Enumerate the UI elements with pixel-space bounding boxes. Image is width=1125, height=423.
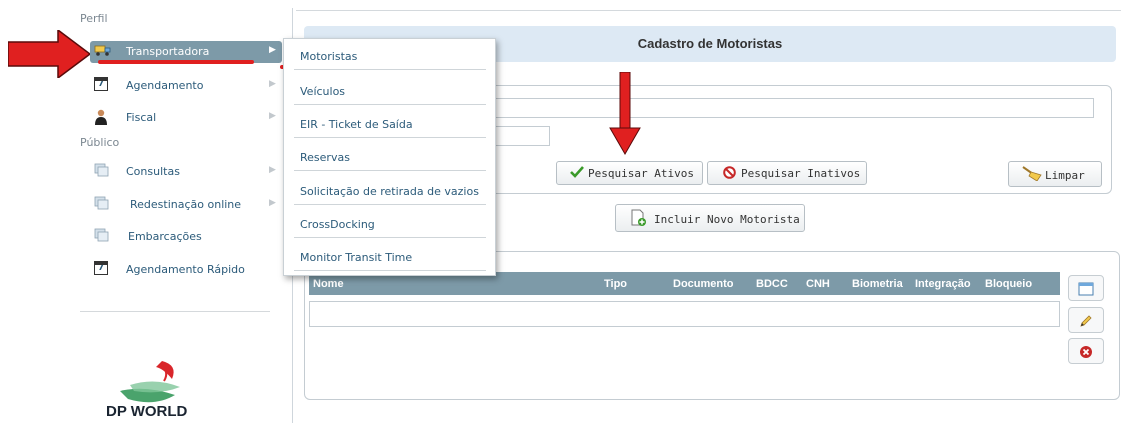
delete-button[interactable] (1068, 338, 1104, 364)
sidebar-item-label: Agendamento (126, 79, 204, 92)
documents-icon (94, 228, 110, 244)
chevron-right-icon: ▶ (269, 165, 276, 175)
submenu-item-label: Monitor Transit Time (300, 251, 413, 264)
chevron-right-icon: ▶ (269, 111, 276, 121)
submenu-item-motoristas[interactable]: Motoristas (294, 39, 486, 70)
column-header-bloqueio[interactable]: Bloqueio (985, 278, 1032, 290)
column-header-biometria[interactable]: Biometria (852, 278, 903, 290)
submenu-item-label: Motoristas (300, 50, 358, 63)
column-header-nome[interactable]: Nome (313, 278, 344, 290)
column-header-integracao[interactable]: Integração (915, 278, 971, 290)
submenu-item-label: EIR - Ticket de Saída (300, 118, 413, 131)
document-input[interactable] (494, 126, 550, 146)
submenu-item-label: CrossDocking (300, 218, 375, 231)
submenu-item-eir-ticket[interactable]: EIR - Ticket de Saída (294, 107, 486, 138)
add-driver-button[interactable]: Incluir Novo Motorista (615, 204, 805, 232)
calendar-icon: 7 (94, 261, 110, 277)
clear-label: Limpar (1045, 169, 1085, 182)
annotation-arrow-right-icon (8, 30, 90, 78)
sidebar-item-agendamento[interactable]: 7 Agendamento ▶ (90, 75, 282, 97)
section-label-public: Público (80, 136, 120, 149)
search-inactive-button[interactable]: Pesquisar Inativos (707, 161, 867, 185)
name-input[interactable] (494, 98, 1094, 118)
add-driver-label: Incluir Novo Motorista (654, 213, 800, 226)
person-icon (94, 109, 110, 125)
sidebar-item-agendamento-rapido[interactable]: 7 Agendamento Rápido (90, 259, 282, 281)
documents-icon (94, 163, 110, 179)
submenu-item-crossdocking[interactable]: CrossDocking (294, 207, 486, 238)
sidebar-item-embarcacoes[interactable]: Embarcações (90, 226, 282, 248)
section-label-profile: Perfil (80, 12, 108, 25)
submenu-item-reservas[interactable]: Reservas (294, 140, 486, 171)
search-active-label: Pesquisar Ativos (588, 167, 694, 180)
table-row[interactable] (309, 301, 1060, 327)
broom-icon (1021, 165, 1043, 184)
columns-button[interactable] (1068, 275, 1104, 301)
calendar-icon: 7 (94, 77, 110, 93)
clear-button[interactable]: Limpar (1008, 161, 1102, 187)
submenu-item-veiculos[interactable]: Veículos (294, 74, 486, 105)
sidebar-item-label: Agendamento Rápido (126, 263, 245, 276)
checkmark-icon (570, 166, 584, 181)
sidebar-divider (80, 311, 270, 312)
chevron-right-icon: ▶ (269, 198, 276, 208)
delete-icon (1079, 344, 1093, 363)
search-active-button[interactable]: Pesquisar Ativos (556, 161, 703, 185)
submenu-item-label: Solicitação de retirada de vazios (300, 185, 479, 198)
pencil-icon (1079, 313, 1093, 332)
search-inactive-label: Pesquisar Inativos (741, 167, 861, 180)
table-icon (1078, 281, 1094, 300)
sidebar-item-label: Redestinação online (130, 198, 242, 211)
edit-button[interactable] (1068, 307, 1104, 333)
truck-icon (94, 43, 111, 59)
sidebar-item-label: Embarcações (128, 230, 202, 243)
calendar-day: 7 (94, 261, 108, 275)
sidebar-item-redestinacao[interactable]: Redestinação online ▶ (90, 194, 282, 216)
annotation-arrow-down-icon (609, 72, 641, 156)
submenu-item-retirada-vazios[interactable]: Solicitação de retirada de vazios (294, 174, 486, 205)
top-divider (296, 10, 1121, 11)
documents-icon (94, 196, 110, 212)
annotation-underline (98, 60, 254, 64)
logo-text: DP WORLD (106, 403, 188, 420)
submenu-item-label: Reservas (300, 151, 350, 164)
column-header-cnh[interactable]: CNH (806, 278, 830, 290)
sidebar-item-label: Transportadora (126, 45, 210, 58)
column-header-documento[interactable]: Documento (673, 278, 734, 290)
sidebar-item-label: Fiscal (126, 111, 157, 124)
sidebar-item-consultas[interactable]: Consultas ▶ (90, 161, 282, 183)
sidebar-item-label: Consultas (126, 165, 180, 178)
transportadora-submenu: Motoristas Veículos EIR - Ticket de Saíd… (283, 38, 496, 276)
chevron-right-icon: ▶ (269, 45, 276, 55)
column-header-tipo[interactable]: Tipo (604, 278, 627, 290)
add-document-icon (630, 209, 648, 230)
submenu-item-monitor-transit[interactable]: Monitor Transit Time (294, 240, 486, 271)
calendar-day: 7 (94, 77, 108, 91)
column-header-bdcc[interactable]: BDCC (756, 278, 788, 290)
prohibited-icon (723, 166, 736, 182)
sidebar-item-fiscal[interactable]: Fiscal ▶ (90, 107, 282, 129)
chevron-right-icon: ▶ (269, 79, 276, 89)
submenu-item-label: Veículos (300, 85, 346, 98)
